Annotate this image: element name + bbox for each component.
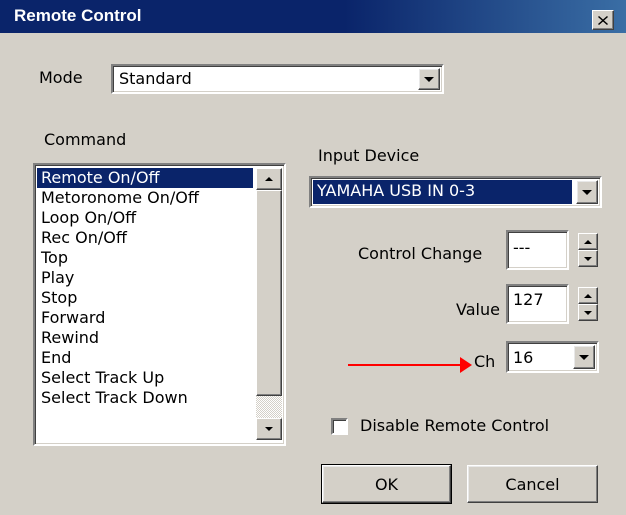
mode-select[interactable]: Standard (111, 64, 444, 94)
list-item[interactable]: Remote On/Off (37, 168, 253, 188)
list-item[interactable]: Select Track Up (37, 368, 253, 388)
mode-dropdown-button[interactable] (418, 68, 440, 90)
chevron-down-icon (584, 256, 592, 261)
command-label: Command (44, 130, 127, 149)
remote-control-dialog: Remote Control Mode Standard Command Rem… (0, 0, 626, 515)
input-device-select[interactable]: YAMAHA USB IN 0-3 (309, 176, 602, 208)
list-item[interactable]: Forward (37, 308, 253, 328)
value-spin-down[interactable] (578, 304, 598, 321)
channel-dropdown-button[interactable] (573, 345, 595, 369)
cancel-button[interactable]: Cancel (467, 465, 598, 503)
scroll-up-button[interactable] (256, 168, 282, 190)
value-label: Value (456, 300, 500, 319)
chevron-up-icon (584, 239, 592, 244)
input-device-label: Input Device (318, 146, 420, 165)
mode-label: Mode (39, 68, 83, 87)
title-bar[interactable]: Remote Control (0, 0, 626, 33)
cancel-button-label: Cancel (505, 474, 560, 494)
channel-select[interactable]: 16 (506, 341, 599, 373)
close-icon (598, 15, 608, 25)
mode-value: Standard (119, 69, 192, 88)
list-item[interactable]: End (37, 348, 253, 368)
chevron-down-icon (584, 310, 592, 315)
scrollbar-track[interactable] (256, 396, 282, 418)
input-device-value: YAMAHA USB IN 0-3 (317, 181, 476, 200)
control-change-value: --- (513, 238, 531, 257)
list-item[interactable]: Loop On/Off (37, 208, 253, 228)
list-item[interactable]: Select Track Down (37, 388, 253, 408)
window-title: Remote Control (14, 6, 142, 25)
list-item[interactable]: Stop (37, 288, 253, 308)
disable-remote-label[interactable]: Disable Remote Control (360, 416, 549, 435)
chevron-down-icon (424, 76, 434, 82)
close-button[interactable] (592, 10, 614, 30)
list-item[interactable]: Rewind (37, 328, 253, 348)
command-listbox[interactable]: Remote On/Off Metoronome On/Off Loop On/… (33, 163, 286, 446)
input-device-dropdown-button[interactable] (576, 180, 598, 204)
control-change-label: Control Change (358, 244, 483, 263)
channel-label: Ch (474, 352, 496, 371)
value-spin-up[interactable] (578, 287, 598, 304)
value-value: 127 (513, 290, 544, 309)
chevron-down-icon (579, 354, 589, 360)
chevron-down-icon (582, 189, 592, 195)
annotation-arrow-line (348, 364, 462, 366)
chevron-down-icon (265, 427, 273, 431)
scroll-down-button[interactable] (256, 418, 282, 440)
list-item[interactable]: Metoronome On/Off (37, 188, 253, 208)
chevron-up-icon (265, 177, 273, 181)
command-scrollbar[interactable] (256, 168, 282, 440)
list-item[interactable]: Play (37, 268, 253, 288)
channel-value: 16 (513, 348, 534, 367)
scrollbar-thumb[interactable] (256, 190, 282, 396)
control-change-field[interactable]: --- (506, 230, 569, 270)
value-field[interactable]: 127 (506, 284, 569, 324)
list-item[interactable]: Top (37, 248, 253, 268)
control-change-spin-up[interactable] (578, 233, 598, 250)
ok-button[interactable]: OK (321, 464, 452, 504)
chevron-up-icon (584, 293, 592, 298)
control-change-spin-down[interactable] (578, 250, 598, 267)
ok-button-label: OK (374, 474, 399, 494)
annotation-arrow-head (460, 357, 472, 373)
disable-remote-checkbox[interactable] (331, 418, 348, 435)
list-item[interactable]: Rec On/Off (37, 228, 253, 248)
